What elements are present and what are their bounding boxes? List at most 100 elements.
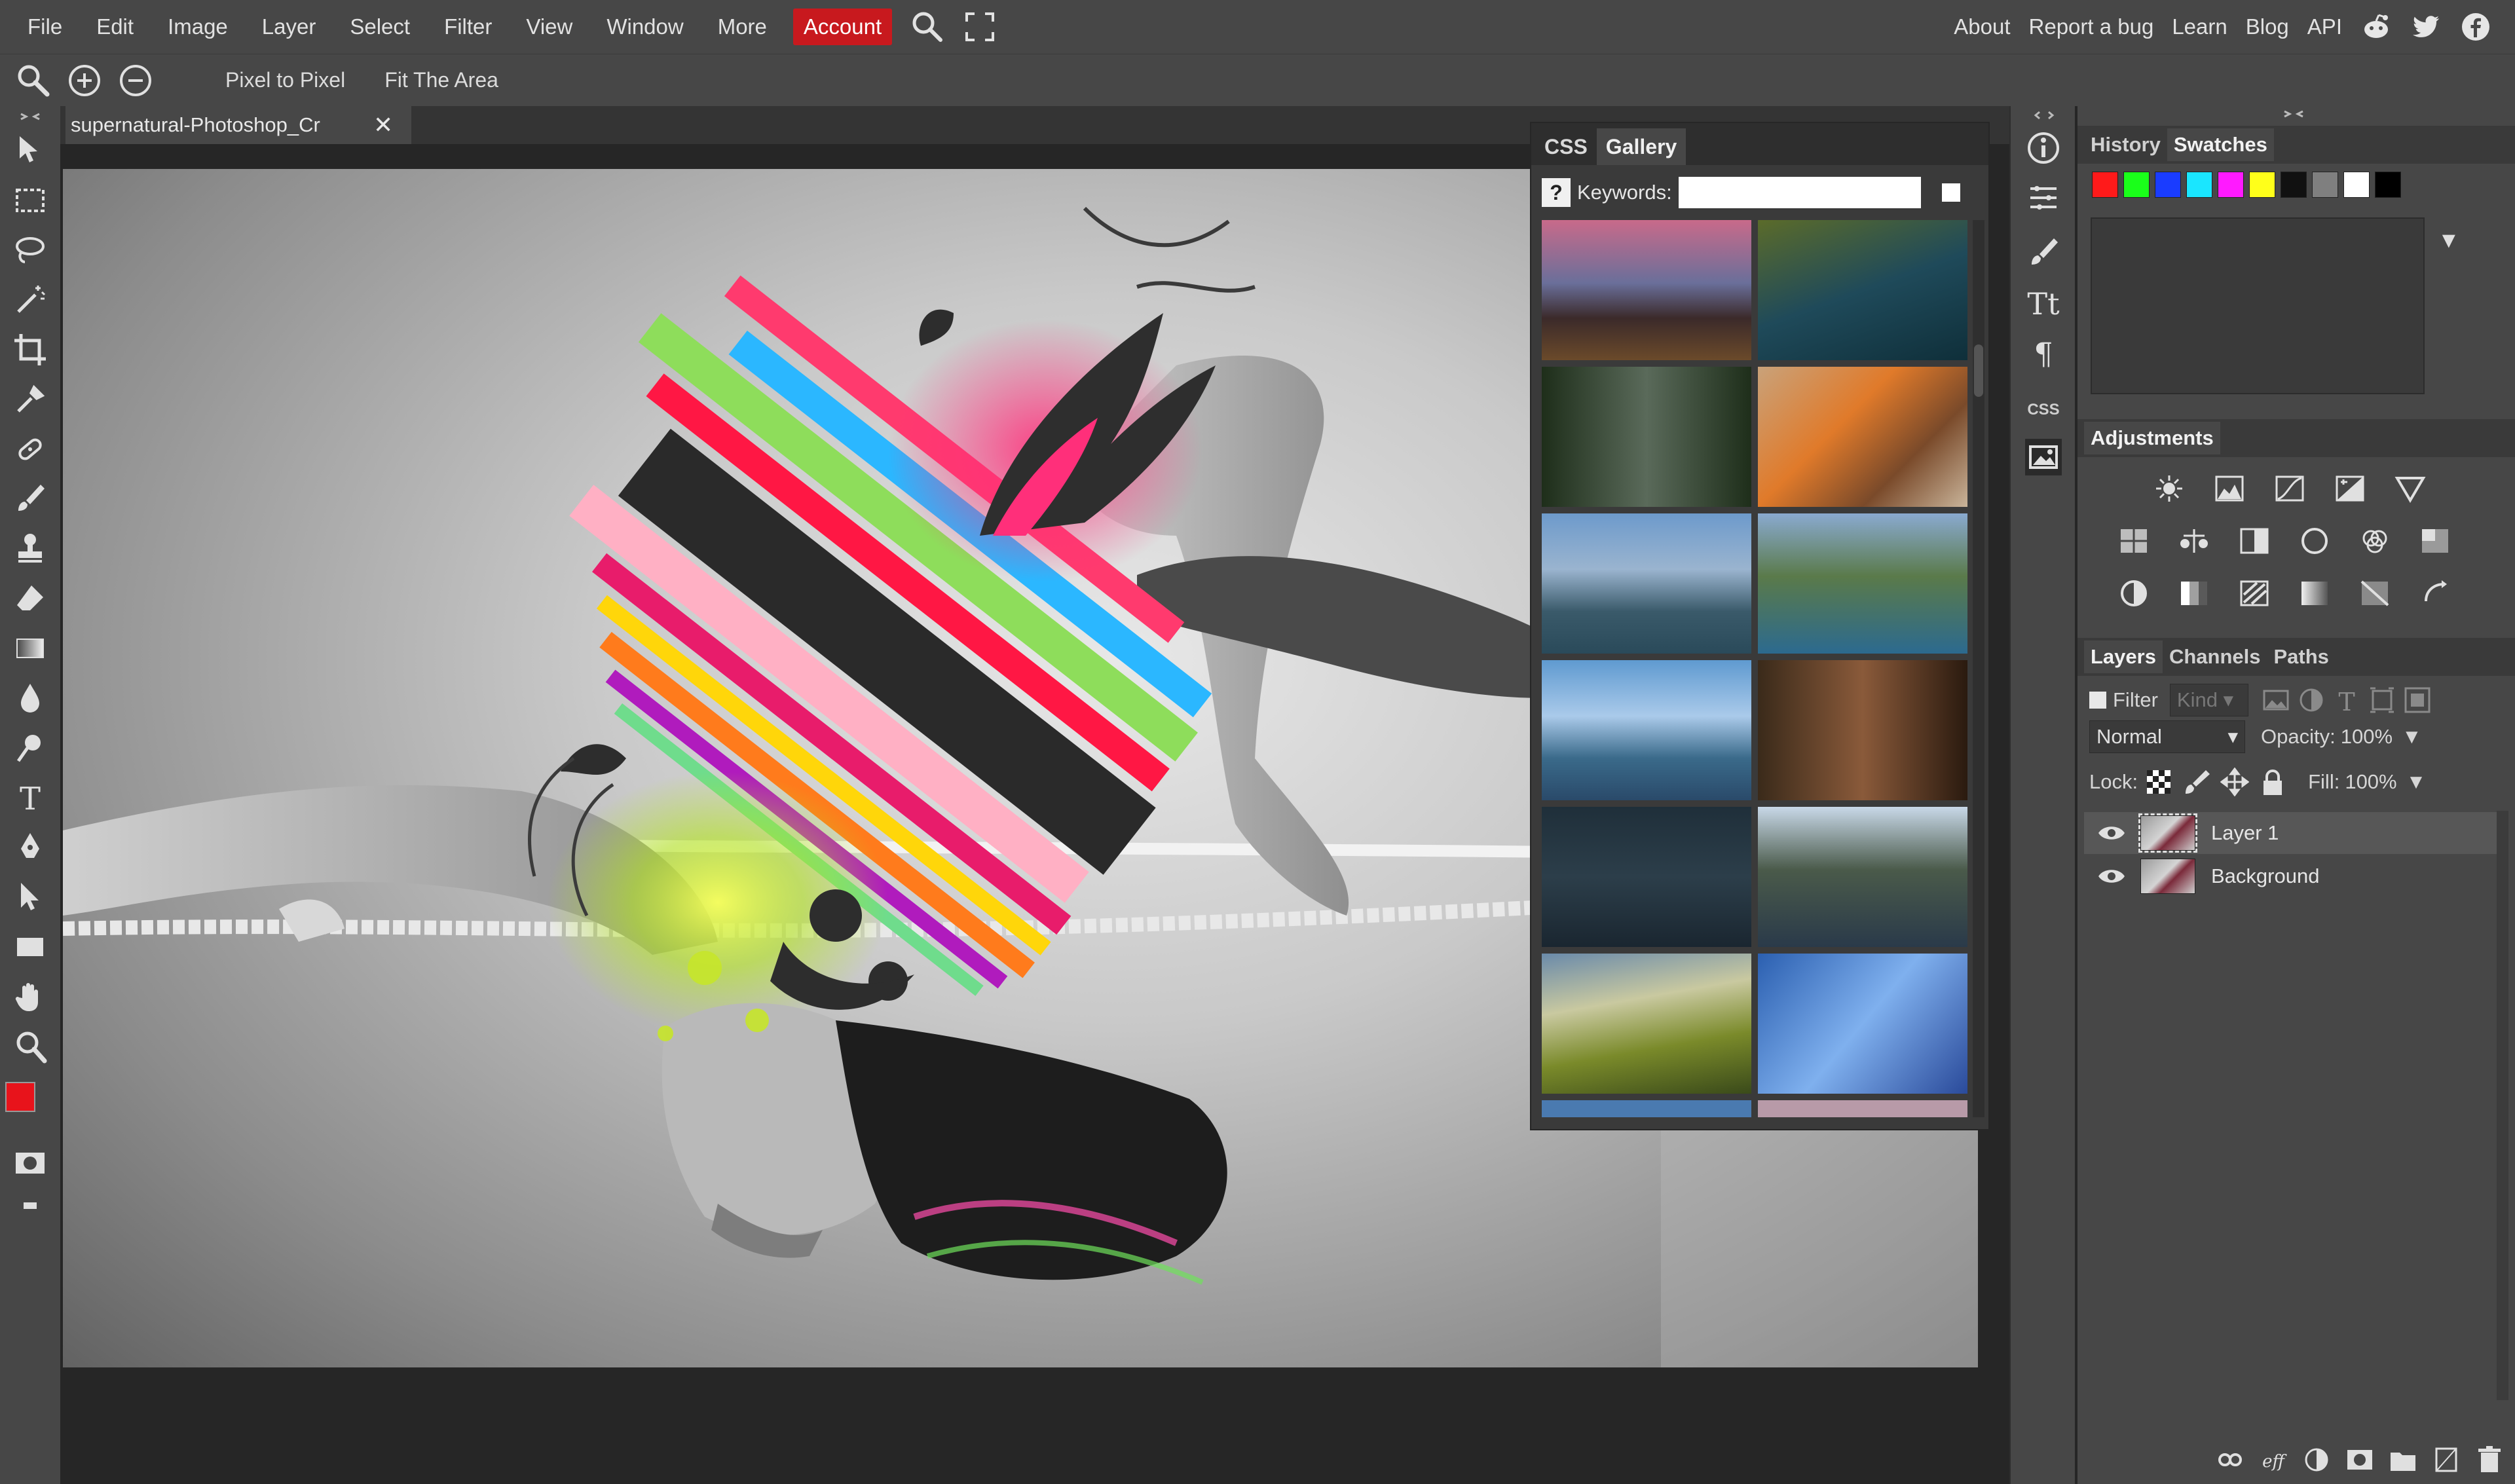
color-swatch[interactable] [2123,172,2150,198]
color-swatch[interactable] [2281,172,2307,198]
zoom-out-icon[interactable] [115,60,156,101]
brush-settings-icon[interactable] [2025,234,2062,271]
gallery-thumbnail[interactable] [1758,220,1967,360]
eraser-tool-icon[interactable] [12,580,48,617]
info-icon[interactable] [2025,130,2062,166]
layers-scrollbar[interactable] [2497,811,2508,1400]
tab-adjustments[interactable]: Adjustments [2084,422,2220,454]
tab-gallery[interactable]: Gallery [1596,128,1686,165]
visibility-eye-icon[interactable] [2097,823,2126,843]
layer-mask-icon[interactable] [2345,1445,2375,1475]
threshold-icon[interactable] [2236,575,2273,612]
delete-layer-icon[interactable] [2474,1445,2505,1475]
gallery-thumbnail[interactable] [1542,954,1751,1094]
lock-pixels-icon[interactable] [2182,768,2211,796]
properties-icon[interactable] [2025,179,2062,216]
color-swatch[interactable] [2155,172,2181,198]
twitter-icon[interactable] [2408,9,2444,45]
exposure-icon[interactable] [2332,470,2368,507]
gallery-thumbnail[interactable] [1542,807,1751,947]
color-lookup-icon[interactable] [2417,523,2453,559]
filter-kind-select[interactable]: Kind ▾ [2169,684,2248,716]
gallery-thumbnail[interactable] [1758,367,1967,507]
menu-select[interactable]: Select [333,0,427,54]
filter-checkbox[interactable] [2089,692,2106,709]
gallery-panel-icon[interactable] [2025,439,2062,475]
gallery-thumbnail[interactable] [1758,513,1967,654]
gallery-option-checkbox[interactable] [1941,183,1960,202]
filter-adjustment-icon[interactable] [2297,686,2326,714]
tab-paths[interactable]: Paths [2267,640,2336,673]
foreground-color-swatch[interactable] [5,1082,35,1112]
hand-tool-icon[interactable] [12,978,48,1015]
blend-mode-select[interactable]: Normal ▾ [2089,720,2245,753]
swatches-menu-icon[interactable]: ▼ [2438,228,2460,253]
color-swatch[interactable] [2186,172,2212,198]
color-swatch[interactable] [2092,172,2118,198]
collapse-panels-icon[interactable] [2281,109,2307,119]
blur-tool-icon[interactable] [12,680,48,716]
dodge-tool-icon[interactable] [12,730,48,766]
black-white-icon[interactable] [2236,523,2273,559]
new-layer-icon[interactable] [2431,1445,2461,1475]
layer-row[interactable]: Background [2084,855,2508,897]
collapse-toolbar-icon[interactable] [17,111,43,122]
gallery-scrollbar[interactable] [1973,220,1984,1117]
invert-icon[interactable] [2115,575,2152,612]
gallery-thumbnail[interactable] [1758,954,1967,1094]
pixel-to-pixel-button[interactable]: Pixel to Pixel [206,68,365,92]
zoom-tool-icon[interactable] [12,1028,48,1065]
paragraph-icon[interactable]: ¶ [2025,334,2062,371]
tab-history[interactable]: History [2084,128,2167,161]
gradient-tool-icon[interactable] [12,630,48,667]
brush-tool-icon[interactable] [12,481,48,517]
pen-tool-icon[interactable] [12,829,48,866]
posterize-icon[interactable] [2176,575,2212,612]
magic-wand-tool-icon[interactable] [12,282,48,318]
replace-color-icon[interactable] [2417,575,2453,612]
tab-channels[interactable]: Channels [2163,640,2267,673]
link-layers-icon[interactable] [2215,1445,2245,1475]
brightness-icon[interactable] [2151,470,2188,507]
zoom-in-icon[interactable] [64,60,105,101]
channel-mixer-icon[interactable] [2357,523,2393,559]
link-blog[interactable]: Blog [2237,14,2298,39]
filter-pixel-icon[interactable] [2262,686,2290,714]
fill-dropdown-icon[interactable]: ▼ [2406,770,2427,794]
document-tab[interactable]: supernatural-Photoshop_Cr ✕ [65,106,411,144]
eyedropper-tool-icon[interactable] [12,381,48,418]
gallery-thumbnail[interactable] [1758,807,1967,947]
visibility-eye-icon[interactable] [2097,866,2126,886]
lock-transparency-icon[interactable] [2144,768,2173,796]
menu-window[interactable]: Window [589,0,700,54]
vibrance-icon[interactable] [2392,470,2429,507]
clone-stamp-tool-icon[interactable] [12,530,48,567]
menu-more[interactable]: More [701,0,784,54]
fullscreen-icon[interactable] [961,9,998,45]
healing-tool-icon[interactable] [12,431,48,468]
new-group-icon[interactable] [2388,1445,2418,1475]
gallery-thumbnail[interactable] [1542,367,1751,507]
gallery-thumbnail[interactable] [1758,660,1967,800]
fit-the-area-button[interactable]: Fit The Area [365,68,518,92]
menu-layer[interactable]: Layer [245,0,333,54]
menu-view[interactable]: View [509,0,589,54]
type-tool-icon[interactable]: T [12,779,48,816]
gallery-thumbnail[interactable] [1758,1100,1967,1117]
levels-icon[interactable] [2211,470,2248,507]
adjustment-layer-icon[interactable] [2301,1445,2332,1475]
link-api[interactable]: API [2298,14,2351,39]
fill-value[interactable]: 100% [2345,770,2396,794]
color-swatch[interactable] [2343,172,2370,198]
gallery-thumbnail[interactable] [1542,1100,1751,1117]
tab-layers[interactable]: Layers [2084,640,2163,673]
facebook-icon[interactable] [2457,9,2494,45]
quick-mask-icon[interactable] [12,1145,48,1181]
menu-file[interactable]: File [10,0,79,54]
hue-saturation-icon[interactable] [2115,523,2152,559]
reddit-icon[interactable] [2358,9,2394,45]
opacity-dropdown-icon[interactable]: ▼ [2402,725,2422,749]
collapse-icons-icon[interactable] [2033,110,2055,121]
lasso-tool-icon[interactable] [12,232,48,269]
move-tool-icon[interactable] [12,132,48,169]
